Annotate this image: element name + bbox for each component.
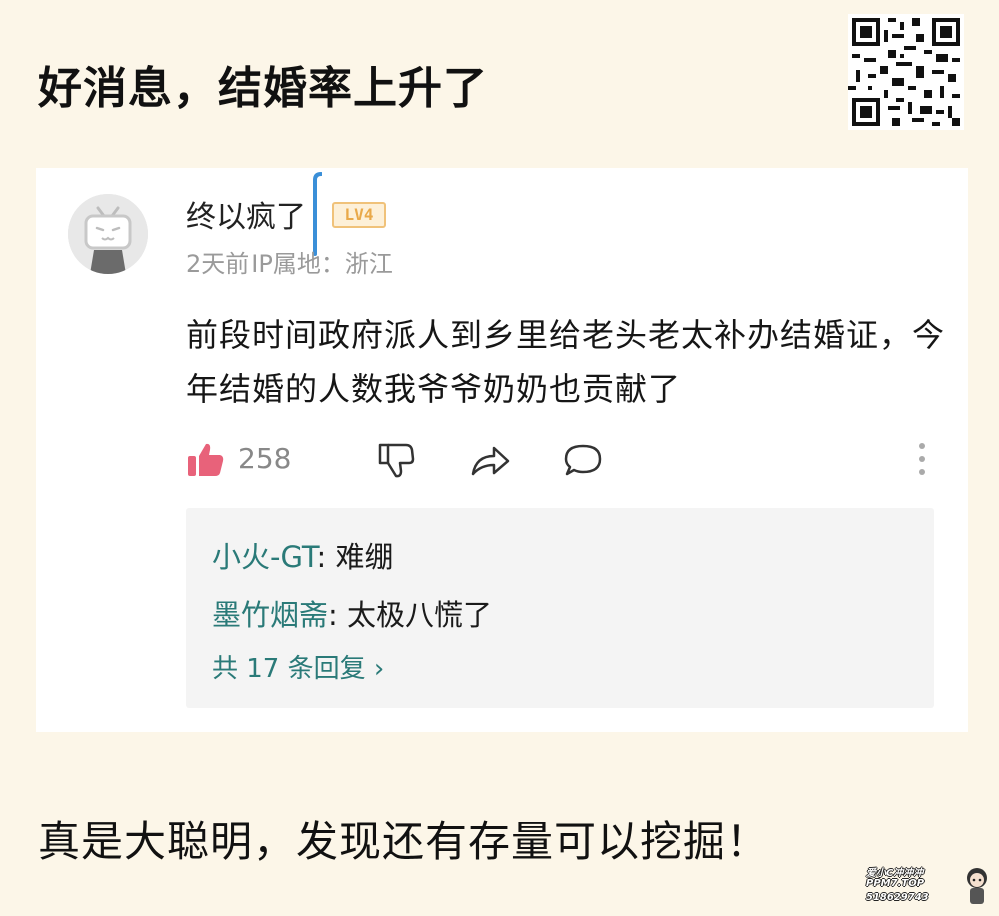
reply-author[interactable]: 小火-GT	[212, 540, 316, 574]
reply-icon[interactable]	[562, 442, 604, 480]
replies-box: 小火-GT: 难绷 墨竹烟斋: 太极八慌了 共 17 条回复 ›	[186, 508, 934, 708]
level-badge: LV4	[332, 202, 386, 228]
like-icon[interactable]	[186, 442, 226, 478]
reply-text: 难绷	[335, 540, 394, 574]
reply-item[interactable]: 墨竹烟斋: 太极八慌了	[212, 592, 492, 634]
more-options-icon[interactable]	[918, 442, 926, 476]
watermark-line: 518629743	[866, 892, 929, 903]
tv-avatar-icon	[68, 194, 148, 274]
footer-caption: 真是大聪明，发现还有存量可以挖掘！	[38, 817, 770, 866]
ip-location: IP属地：浙江	[251, 250, 393, 278]
avatar[interactable]	[68, 194, 148, 274]
comment-time: 2天前	[186, 250, 250, 278]
mascot-icon	[967, 868, 987, 904]
share-icon[interactable]	[470, 444, 512, 478]
comment-actions: 258	[186, 436, 926, 486]
watermark: 爱小C冲冲冲 PPM7.TOP 518629743	[866, 864, 992, 908]
comment-card: 终以疯了 LV4 2天前IP属地：浙江 前段时间政府派人到乡里给老头老太补办结婚…	[36, 168, 968, 732]
reply-item[interactable]: 小火-GT: 难绷	[212, 534, 393, 576]
watermark-line: PPM7.TOP	[866, 878, 925, 889]
like-count: 258	[238, 442, 292, 475]
headline: 好消息，结婚率上升了	[38, 63, 488, 114]
reply-text: 太极八慌了	[347, 598, 493, 632]
view-all-replies-link[interactable]: 共 17 条回复 ›	[212, 648, 384, 685]
qr-code	[848, 14, 964, 130]
watermark-line: 爱小C冲冲冲	[866, 868, 924, 879]
dislike-icon[interactable]	[376, 442, 416, 480]
username[interactable]: 终以疯了	[186, 192, 306, 236]
reply-author[interactable]: 墨竹烟斋	[212, 598, 328, 632]
comment-text: 前段时间政府派人到乡里给老头老太补办结婚证，今年结婚的人数我爷爷奶奶也贡献了	[186, 316, 946, 408]
comment-meta: 2天前IP属地：浙江	[186, 244, 393, 279]
